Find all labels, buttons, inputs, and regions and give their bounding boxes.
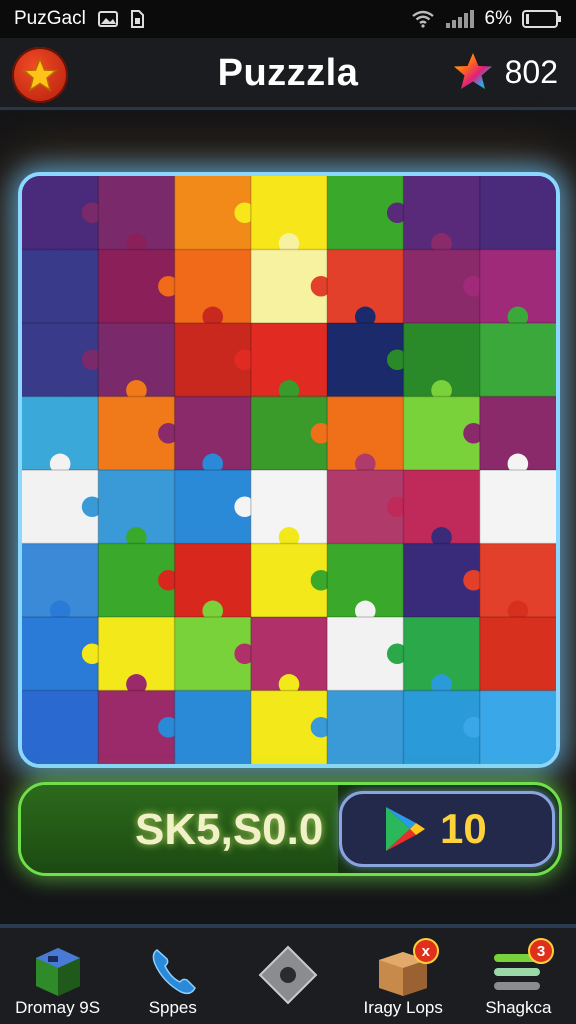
nav-item-shagkca[interactable]: 3 Shagkca (461, 928, 576, 1024)
cube-icon (35, 948, 80, 996)
photo-icon (97, 10, 118, 28)
puzzle-piece[interactable] (479, 617, 556, 691)
puzzle-piece[interactable] (22, 690, 99, 765)
nav-item-iragy[interactable]: x Iragy Lops (346, 928, 461, 1024)
battery-icon (522, 9, 562, 29)
status-bar: PuzGacl 6% (0, 0, 576, 38)
nav-item-sppes[interactable]: Sppes (115, 928, 230, 1024)
notification-badge: 3 (528, 938, 555, 964)
wifi-icon (411, 10, 435, 28)
diamond-icon (258, 945, 318, 1005)
score-display: 802 (451, 50, 558, 94)
signal-icon (445, 9, 475, 29)
puzzle-piece[interactable] (479, 690, 556, 765)
puzzle-piece[interactable] (174, 690, 252, 765)
phone-icon (152, 949, 196, 995)
game-area: SK5,S0.0 10 (0, 112, 576, 924)
progress-bar: SK5,S0.0 10 (18, 782, 562, 876)
nav-item-center[interactable] (230, 928, 345, 1024)
nav-label: Iragy Lops (363, 998, 443, 1017)
play-store-icon (386, 807, 425, 851)
nav-item-dromay[interactable]: Dromay 9S (0, 928, 115, 1024)
puzzle-grid[interactable] (22, 176, 556, 764)
bottom-nav: Dromay 9S Sppes x Iragy Lops 3 Shagkca (0, 924, 576, 1024)
rainbow-star-icon (453, 53, 492, 89)
status-app-name: PuzGacl (14, 8, 86, 29)
puzzle-piece[interactable] (327, 690, 404, 765)
coins-value: SK5,S0.0 (135, 805, 324, 854)
sim-icon (130, 10, 144, 28)
puzzle-piece[interactable] (479, 323, 556, 397)
app-header: Puzzzla 802 (0, 38, 576, 110)
puzzle-board[interactable] (18, 172, 560, 768)
play-count: 10 (440, 805, 487, 852)
puzzle-piece[interactable] (479, 470, 556, 544)
nav-label: Sppes (148, 998, 197, 1017)
battery-percent: 6% (484, 8, 512, 29)
nav-label: Shagkca (485, 998, 552, 1017)
score-value: 802 (504, 53, 558, 90)
nav-label: Dromay 9S (15, 998, 101, 1017)
notification-badge: x (412, 938, 439, 964)
puzzle-piece[interactable] (479, 176, 556, 250)
play-button[interactable]: 10 (339, 791, 555, 867)
